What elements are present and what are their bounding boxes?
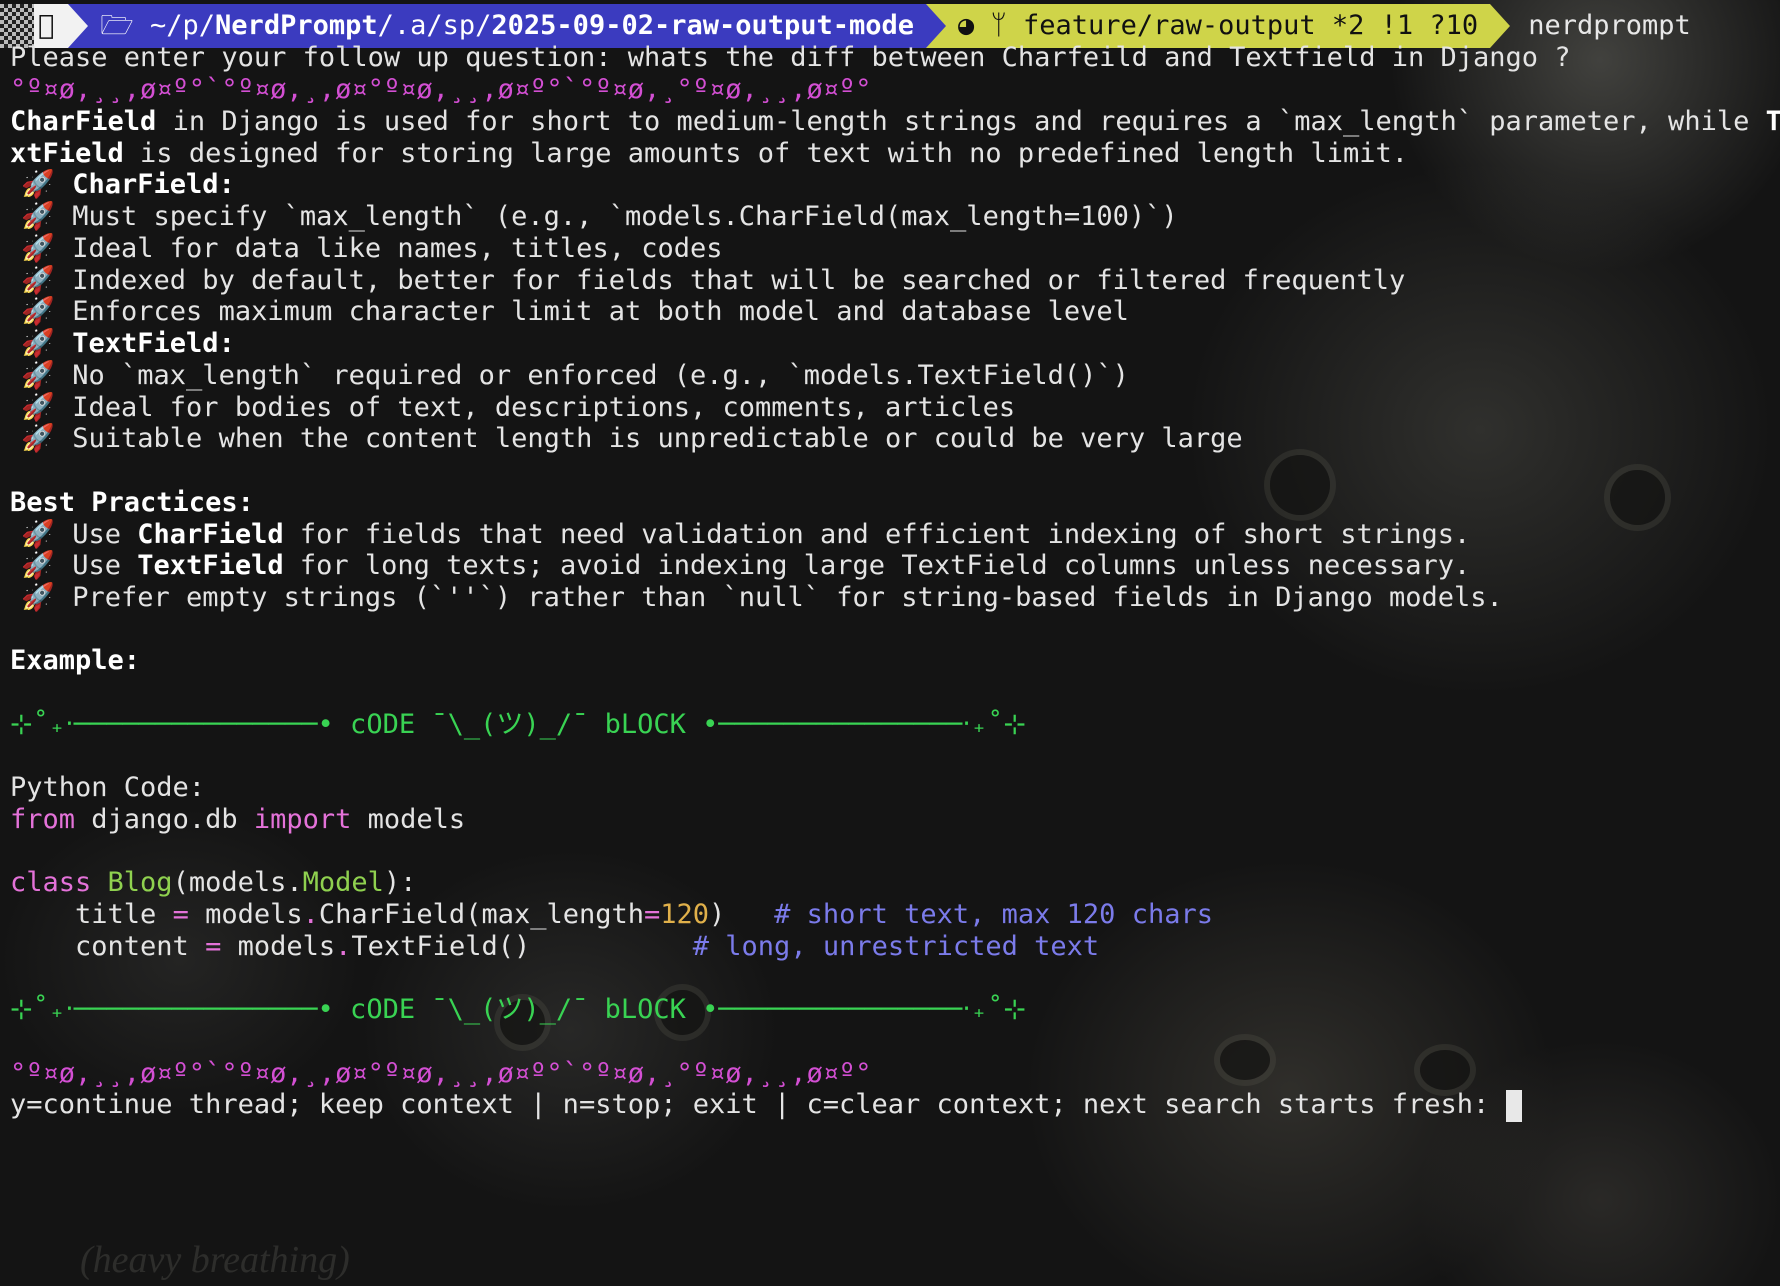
code-line-2[interactable]: class Blog(models.Model): — [10, 865, 416, 901]
list-item: 🚀 Use TextField for long texts; avoid in… — [20, 548, 1470, 584]
rocket-icon: 🚀 — [21, 296, 55, 327]
code-line-3[interactable]: title = models.CharField(max_length=120)… — [10, 897, 1213, 933]
answer-line-1: CharField in Django is used for short to… — [10, 106, 1780, 137]
code-title: Python Code: — [10, 772, 206, 803]
code-line-1[interactable]: from django.db import models — [10, 802, 465, 838]
rocket-icon: 🚀 — [21, 328, 55, 359]
list-item: 🚀 Must specify `max_length` (e.g., `mode… — [20, 199, 1177, 235]
continue-prompt[interactable]: y=continue thread; keep context | n=stop… — [10, 1087, 1522, 1123]
textfield-heading: 🚀 TextField: — [20, 326, 235, 362]
list-item: 🚀 Prefer empty strings (`''`) rather tha… — [20, 580, 1503, 616]
list-item: 🚀 Enforces maximum character limit at bo… — [20, 294, 1129, 330]
rocket-icon: 🚀 — [21, 201, 55, 232]
rocket-icon: 🚀 — [21, 360, 55, 391]
list-item: 🚀 No `max_length` required or enforced (… — [20, 358, 1129, 394]
code-block-banner-bottom: ⊹˚₊‧───────────────• cODE ¯\_(ツ)_/¯ bLOC… — [10, 994, 1026, 1025]
code-block-banner-top: ⊹˚₊‧───────────────• cODE ¯\_(ツ)_/¯ bLOC… — [10, 709, 1026, 740]
rocket-icon: 🚀 — [21, 423, 55, 454]
rocket-icon: 🚀 — [21, 582, 55, 613]
example-heading: Example: — [10, 645, 141, 676]
text-cursor[interactable] — [1505, 1089, 1522, 1122]
best-practices-heading: Best Practices: — [10, 487, 254, 518]
rocket-icon: 🚀 — [21, 169, 55, 200]
list-item: 🚀 Suitable when the content length is un… — [20, 421, 1242, 457]
rocket-icon: 🚀 — [21, 233, 55, 264]
question-line: Please enter your follow up question: wh… — [10, 42, 1571, 73]
rocket-icon: 🚀 — [21, 550, 55, 581]
wallpaper-caption: (heavy breathing) — [80, 1239, 350, 1281]
list-item: 🚀 Ideal for data like names, titles, cod… — [20, 231, 722, 267]
divider-top: °º¤ø,¸¸,ø¤º°`°º¤ø,¸,ø¤°º¤ø,¸¸,ø¤º°`°º¤ø,… — [10, 74, 872, 105]
code-line-4[interactable]: content = models.TextField() # long, unr… — [10, 929, 1099, 965]
charfield-heading: 🚀 CharField: — [20, 167, 235, 203]
